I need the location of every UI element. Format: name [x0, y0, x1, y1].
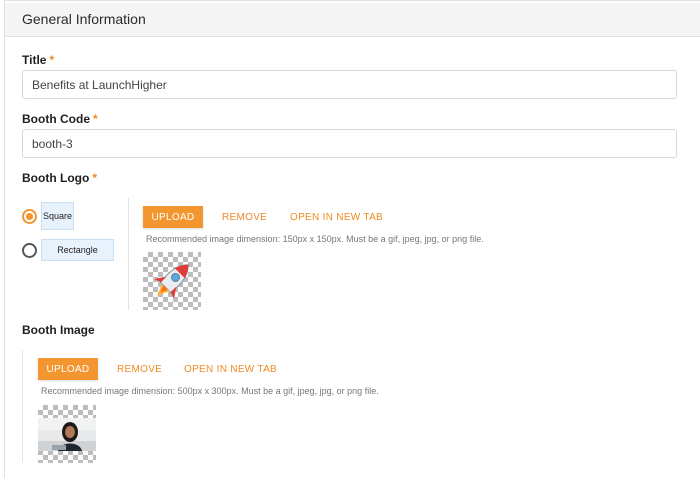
square-chip[interactable]: Square	[41, 202, 74, 230]
booth-logo-label-text: Booth Logo	[22, 171, 90, 185]
image-preview	[38, 405, 96, 463]
image-remove-button[interactable]: REMOVE	[117, 364, 162, 375]
image-divider	[22, 350, 23, 462]
booth-image-label-text: Booth Image	[22, 323, 95, 337]
logo-dimension-hint: Recommended image dimension: 150px x 150…	[146, 234, 484, 244]
logo-shape-rectangle-option[interactable]: Rectangle	[22, 239, 114, 261]
logo-remove-button[interactable]: REMOVE	[222, 212, 267, 223]
image-open-new-tab-button[interactable]: OPEN IN NEW TAB	[184, 364, 277, 375]
required-marker: *	[93, 112, 98, 126]
required-marker: *	[92, 171, 97, 185]
person-photo	[38, 418, 96, 451]
logo-divider	[128, 198, 129, 310]
image-upload-button[interactable]: UPLOAD	[38, 358, 98, 380]
booth-code-label-text: Booth Code	[22, 112, 90, 126]
booth-code-input[interactable]	[22, 129, 677, 158]
rectangle-chip[interactable]: Rectangle	[41, 239, 114, 261]
section-title: General Information	[22, 11, 146, 27]
rocket-icon	[154, 264, 189, 299]
image-dimension-hint: Recommended image dimension: 500px x 300…	[41, 386, 379, 396]
booth-logo-label: Booth Logo *	[22, 171, 97, 185]
panel-header: General Information	[5, 3, 700, 37]
title-label: Title *	[22, 53, 54, 67]
title-input[interactable]	[22, 70, 677, 99]
logo-open-new-tab-button[interactable]: OPEN IN NEW TAB	[290, 212, 383, 223]
logo-preview	[143, 252, 201, 310]
title-label-text: Title	[22, 53, 47, 67]
booth-code-label: Booth Code *	[22, 112, 98, 126]
required-marker: *	[49, 53, 55, 67]
radio-rectangle[interactable]	[22, 242, 37, 258]
radio-square[interactable]	[22, 208, 37, 224]
logo-upload-button[interactable]: UPLOAD	[143, 206, 203, 228]
booth-image-label: Booth Image	[22, 323, 95, 337]
logo-shape-square-option[interactable]: Square	[22, 202, 74, 230]
